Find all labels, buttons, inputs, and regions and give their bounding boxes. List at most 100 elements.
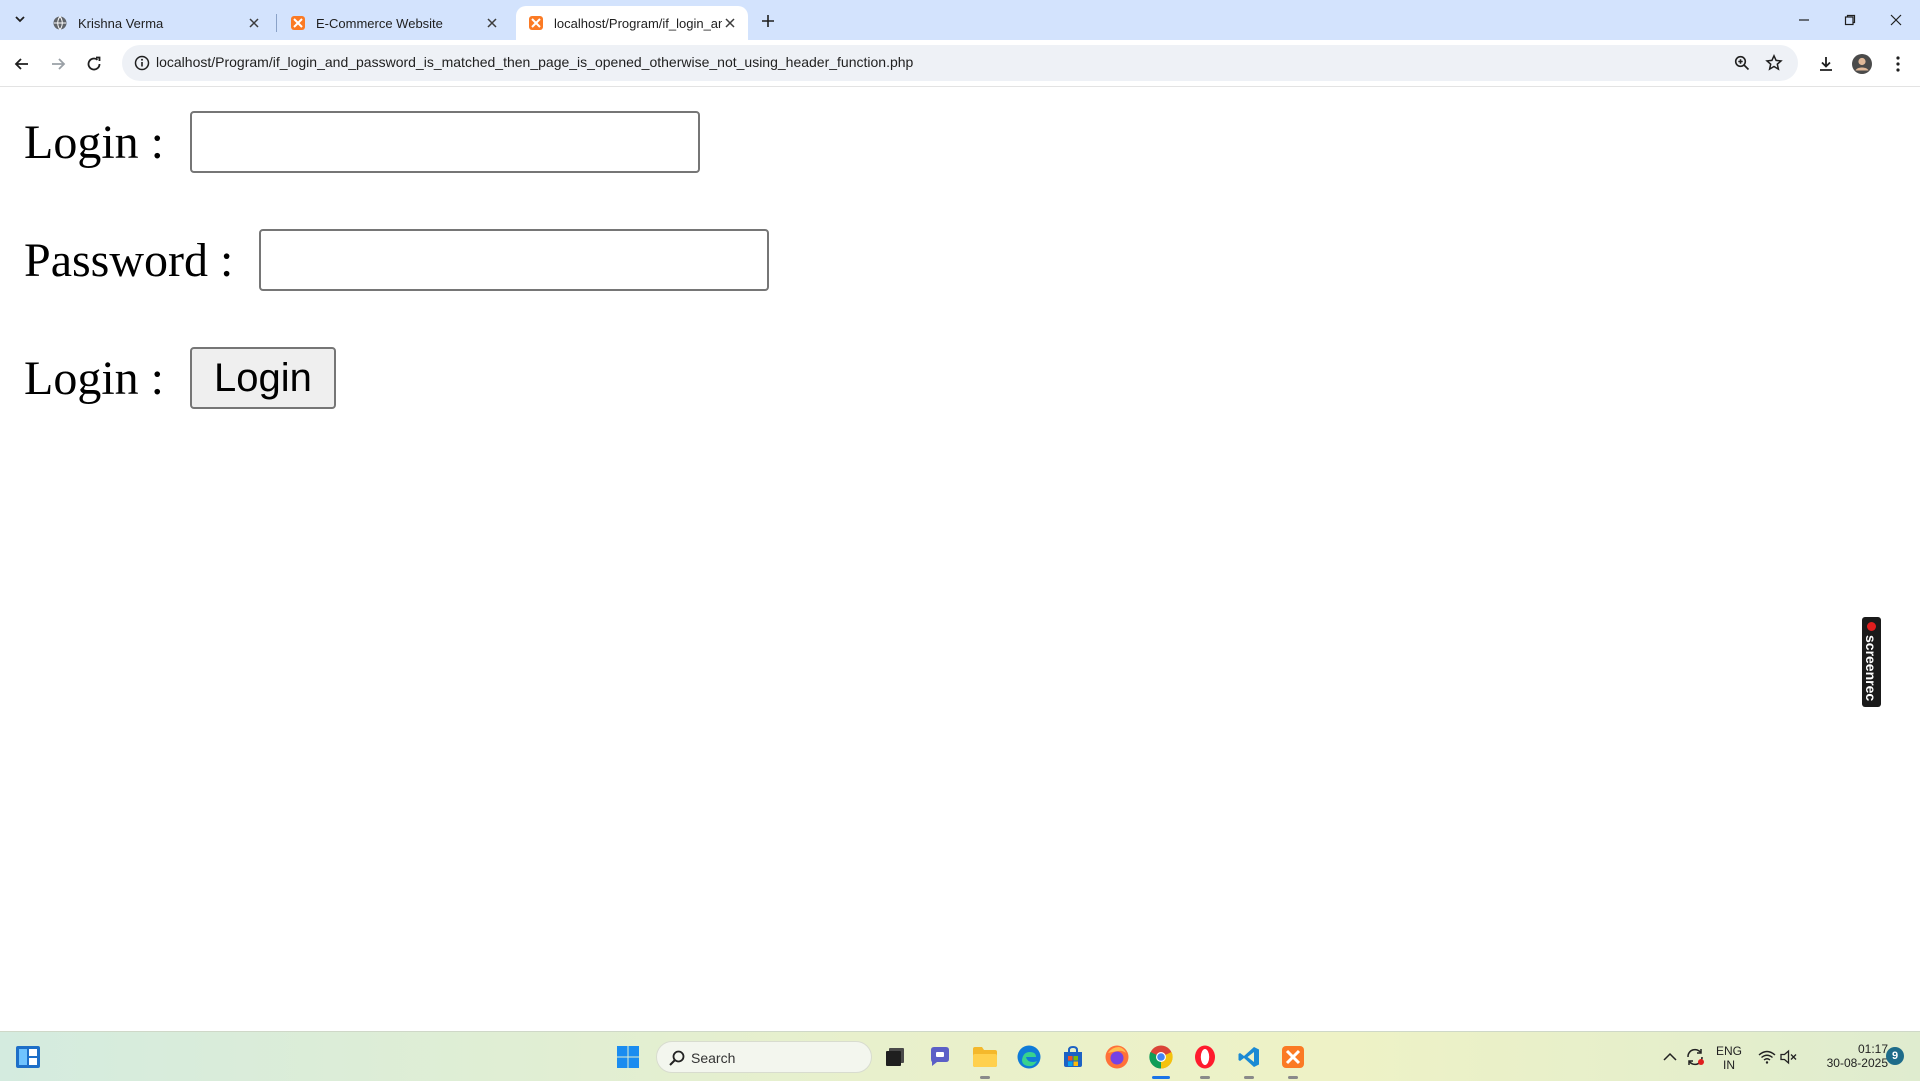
browser-toolbar: localhost/Program/if_login_and_password_… (0, 40, 1920, 87)
reload-button[interactable] (80, 50, 108, 78)
password-row: Password : (24, 229, 770, 291)
forward-button[interactable] (44, 50, 72, 78)
store-icon (1064, 1045, 1082, 1067)
arrow-right-icon (52, 58, 66, 70)
windows-start-icon (617, 1046, 639, 1068)
login-label: Login : (24, 115, 176, 169)
windows-taskbar: Search ENG IN 01:17 30-08-2025 9 (0, 1031, 1920, 1081)
password-input[interactable] (259, 229, 770, 291)
close-tab-icon[interactable] (722, 15, 738, 31)
chevron-up-icon (1663, 1052, 1677, 1061)
screenrec-label: screenrec (1863, 635, 1879, 702)
active-indicator (1152, 1076, 1170, 1079)
tab-localhost-active[interactable]: localhost/Program/if_login_and (516, 6, 748, 40)
screenrec-widget[interactable]: screenrec (1862, 617, 1881, 707)
search-icon (669, 1050, 685, 1066)
info-icon (134, 55, 150, 71)
close-icon (1890, 14, 1902, 26)
login-input[interactable] (190, 111, 700, 173)
globe-icon (53, 16, 67, 30)
address-bar[interactable]: localhost/Program/if_login_and_password_… (122, 45, 1798, 81)
running-indicator (980, 1076, 990, 1079)
login-row: Login : (24, 111, 700, 173)
tab-search-button[interactable] (8, 7, 32, 31)
site-info-button[interactable] (130, 51, 154, 75)
plus-icon (762, 15, 774, 27)
record-dot-icon (1867, 622, 1876, 631)
profile-button[interactable] (1848, 50, 1876, 78)
edge-button[interactable] (1014, 1042, 1044, 1072)
minimize-icon (1799, 19, 1809, 21)
tab-title: Krishna Verma (78, 15, 164, 31)
new-tab-button[interactable] (756, 9, 780, 33)
file-explorer-button[interactable] (970, 1042, 1000, 1072)
tab-strip: Krishna Verma E-Commerce Website localho… (0, 0, 1920, 40)
microsoft-store-button[interactable] (1058, 1042, 1088, 1072)
submit-row-label: Login : (24, 351, 176, 405)
region-code: IN (1723, 1058, 1735, 1072)
tab-e-commerce[interactable]: E-Commerce Website (278, 6, 510, 40)
language-code: ENG (1715, 1044, 1742, 1058)
opera-icon (1195, 1045, 1215, 1069)
start-button[interactable] (613, 1042, 643, 1072)
teams-chat-icon (931, 1047, 949, 1066)
volume-muted-icon (1780, 1049, 1797, 1065)
reload-icon (87, 56, 101, 71)
task-view-icon (886, 1048, 904, 1066)
taskbar-search[interactable]: Search (656, 1041, 872, 1073)
minimize-button[interactable] (1781, 0, 1827, 40)
running-indicator (1244, 1076, 1254, 1079)
volume-button[interactable] (1774, 1042, 1804, 1072)
firefox-icon (1105, 1045, 1129, 1069)
xampp-icon (291, 16, 305, 30)
page-content: Login : Password : Login : Login screenr… (0, 87, 1920, 1031)
more-vertical-icon (1896, 56, 1900, 72)
widgets-button[interactable] (13, 1042, 43, 1072)
clock-date: 30-08-2025 (1826, 1056, 1888, 1070)
xampp-button[interactable] (1278, 1042, 1308, 1072)
arrow-left-icon (14, 58, 28, 70)
avatar (1852, 54, 1872, 74)
close-tab-icon[interactable] (484, 15, 500, 31)
back-button[interactable] (8, 50, 36, 78)
clock[interactable]: 01:17 30-08-2025 (1806, 1042, 1888, 1070)
sync-icon (1687, 1048, 1704, 1066)
firefox-button[interactable] (1102, 1042, 1132, 1072)
menu-button[interactable] (1884, 50, 1912, 78)
notification-badge[interactable]: 9 (1886, 1047, 1904, 1065)
search-placeholder: Search (691, 1050, 736, 1066)
task-view-button[interactable] (880, 1042, 910, 1072)
close-tab-icon[interactable] (246, 15, 262, 31)
vscode-icon (1238, 1047, 1259, 1067)
zoom-in-icon (1734, 55, 1750, 71)
edge-browser-icon (1017, 1045, 1041, 1069)
sync-status-button[interactable] (1680, 1042, 1710, 1072)
restore-icon (1844, 14, 1856, 26)
downloads-button[interactable] (1812, 50, 1840, 78)
url-text[interactable]: localhost/Program/if_login_and_password_… (156, 54, 913, 70)
password-label: Password : (24, 233, 246, 287)
tab-krishna-verma[interactable]: Krishna Verma (40, 6, 272, 40)
submit-row: Login : Login (24, 347, 336, 409)
chrome-icon (1149, 1045, 1173, 1069)
running-indicator (1200, 1076, 1210, 1079)
language-indicator[interactable]: ENG IN (1712, 1044, 1746, 1072)
widgets-icon (16, 1046, 40, 1068)
restore-button[interactable] (1827, 0, 1873, 40)
teams-button[interactable] (925, 1042, 955, 1072)
star-icon (1765, 54, 1783, 71)
bookmark-button[interactable] (1762, 51, 1786, 75)
zoom-button[interactable] (1730, 51, 1754, 75)
tab-separator (276, 14, 277, 32)
close-window-button[interactable] (1873, 0, 1919, 40)
download-icon (1820, 57, 1832, 71)
opera-button[interactable] (1190, 1042, 1220, 1072)
login-submit-button[interactable]: Login (190, 347, 336, 409)
folder-icon (973, 1047, 997, 1067)
chrome-button[interactable] (1146, 1042, 1176, 1072)
vscode-button[interactable] (1234, 1042, 1264, 1072)
tab-title: localhost/Program/if_login_and (554, 15, 722, 31)
running-indicator (1288, 1076, 1298, 1079)
xampp-icon (529, 16, 543, 30)
clock-time: 01:17 (1857, 1042, 1888, 1056)
